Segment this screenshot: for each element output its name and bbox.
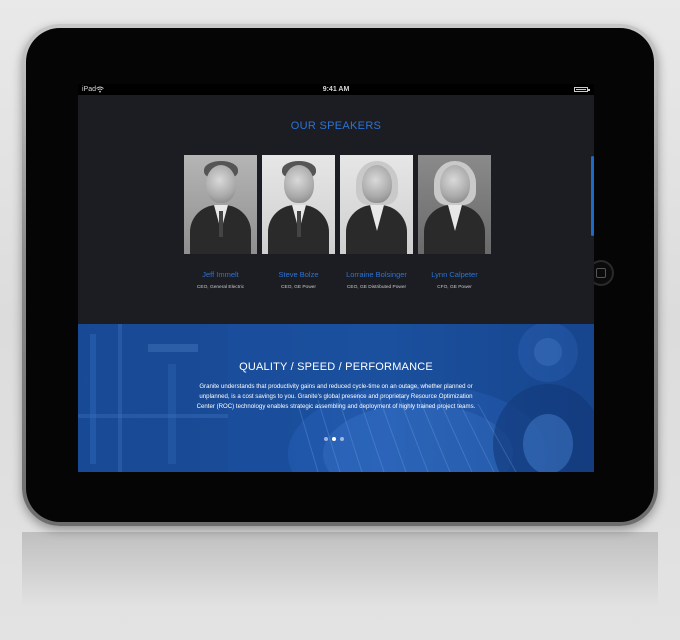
- speaker-photo: [340, 155, 413, 254]
- status-time: 9:41 AM: [322, 86, 350, 93]
- carousel-dots: [324, 437, 354, 443]
- carousel-dot[interactable]: [324, 437, 328, 441]
- speaker-photo: [418, 155, 491, 254]
- screen: iPad 9:41 AM OUR SPEAKERS Jeff Immelt CE…: [78, 84, 594, 472]
- banner-body: Granite understands that productivity ga…: [196, 383, 476, 411]
- speaker-photo: [184, 155, 257, 254]
- speaker-card[interactable]: Lorraine Bolsinger CEO, GE Distributed P…: [340, 155, 413, 290]
- home-button-icon: [596, 268, 606, 278]
- carousel-dot-active[interactable]: [332, 437, 336, 441]
- speaker-card[interactable]: Jeff Immelt CEO, General Electric: [184, 155, 257, 290]
- speaker-name[interactable]: Lynn Calpeter: [418, 270, 491, 279]
- speaker-role: CFO, GE Power: [437, 285, 472, 290]
- speaker-name[interactable]: Jeff Immelt: [184, 270, 257, 279]
- speaker-card[interactable]: Lynn Calpeter CFO, GE Power: [418, 155, 491, 290]
- speaker-name[interactable]: Lorraine Bolsinger: [340, 270, 413, 279]
- speaker-name[interactable]: Steve Bolze: [262, 270, 335, 279]
- scroll-indicator[interactable]: [591, 156, 594, 236]
- speakers-grid: Jeff Immelt CEO, General Electric Steve …: [184, 155, 494, 295]
- banner-heading: QUALITY / SPEED / PERFORMANCE: [239, 361, 433, 373]
- speaker-card[interactable]: Steve Bolze CEO, GE Power: [262, 155, 335, 290]
- speaker-role: CEO, GE Power: [281, 285, 316, 290]
- carousel-dot[interactable]: [340, 437, 344, 441]
- section-title: OUR SPEAKERS: [290, 120, 382, 132]
- battery-icon: [574, 87, 590, 92]
- speaker-role: CEO, GE Distributed Power: [346, 285, 407, 290]
- speaker-photo: [262, 155, 335, 254]
- speaker-role: CEO, General Electric: [196, 285, 245, 290]
- device-reflection: [22, 532, 658, 640]
- status-bar: iPad 9:41 AM: [78, 84, 594, 95]
- hero-banner: QUALITY / SPEED / PERFORMANCE Granite un…: [78, 324, 594, 472]
